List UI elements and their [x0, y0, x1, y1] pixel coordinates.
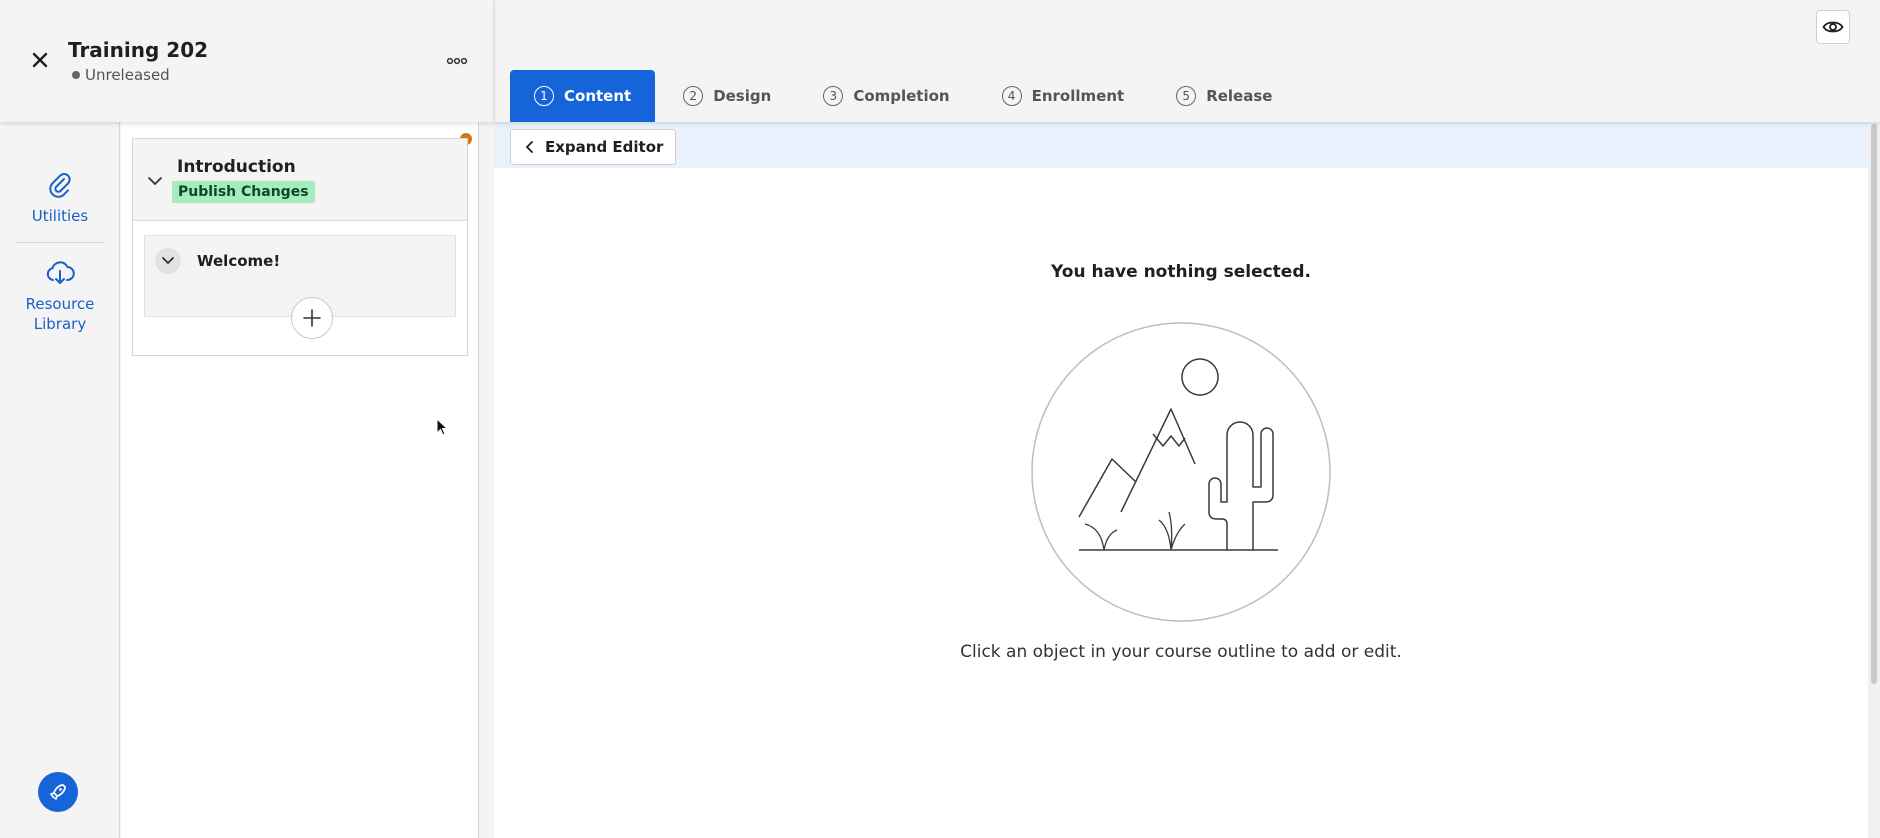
tab-label: Content: [564, 87, 632, 105]
editor-scrollbar[interactable]: [1868, 122, 1880, 838]
outline-section[interactable]: Introduction Publish Changes Welcome!: [132, 138, 468, 356]
chevron-down-icon[interactable]: [145, 173, 165, 189]
step-header: 1 Content 2 Design 3 Completion 4 Enroll…: [494, 0, 1880, 122]
rail-label-line1: Resource: [25, 295, 95, 313]
rail-label-line2: Library: [33, 315, 87, 333]
tab-number: 5: [1176, 86, 1197, 106]
editor-panel: Expand Editor You have nothing selected.…: [494, 122, 1868, 838]
course-status: Unreleased: [72, 66, 170, 84]
cloud-download-icon: [46, 261, 75, 284]
scrollbar-thumb[interactable]: [1871, 124, 1877, 684]
tab-content[interactable]: 1 Content: [510, 70, 656, 122]
lesson-title: Welcome!: [197, 252, 281, 270]
course-outline-panel: Introduction Publish Changes Welcome!: [121, 122, 479, 838]
tab-label: Completion: [853, 87, 950, 105]
tab-label: Design: [713, 87, 772, 105]
expand-editor-label: Expand Editor: [545, 138, 664, 156]
tab-design[interactable]: 2 Design: [659, 70, 795, 122]
eye-icon: [1822, 21, 1844, 33]
step-tabs: 1 Content 2 Design 3 Completion 4 Enroll…: [510, 70, 1300, 122]
close-icon[interactable]: [26, 46, 54, 74]
expand-editor-button[interactable]: Expand Editor: [510, 129, 677, 165]
plus-icon: [303, 309, 321, 327]
launch-button[interactable]: [38, 772, 78, 812]
tab-number: 3: [823, 86, 844, 106]
tab-label: Release: [1206, 87, 1273, 105]
section-title: Introduction: [177, 157, 296, 177]
left-rail: Utilities Resource Library: [0, 122, 120, 838]
course-title: Training 202: [68, 38, 209, 62]
status-dot: [72, 71, 80, 79]
empty-state-title: You have nothing selected.: [1051, 262, 1311, 282]
tab-number: 1: [534, 86, 554, 106]
add-content-button[interactable]: [291, 297, 333, 339]
chevron-left-icon: [525, 141, 533, 153]
status-label: Unreleased: [85, 66, 170, 84]
tab-completion[interactable]: 3 Completion: [799, 70, 973, 122]
tab-label: Enrollment: [1031, 87, 1125, 105]
rail-item-resource-library[interactable]: Resource Library: [0, 258, 120, 334]
mouse-cursor-icon: [436, 417, 450, 442]
tab-number: 2: [683, 86, 704, 106]
more-options-icon[interactable]: [444, 50, 470, 72]
rocket-icon: [50, 784, 66, 800]
rail-label: Utilities: [31, 207, 89, 225]
section-header[interactable]: Introduction Publish Changes: [133, 139, 467, 221]
course-header: Training 202 Unreleased: [0, 0, 494, 122]
chevron-down-icon[interactable]: [155, 248, 181, 274]
paperclip-icon: [49, 173, 71, 198]
tab-number: 4: [1001, 86, 1022, 106]
empty-state-hint: Click an object in your course outline t…: [960, 642, 1402, 662]
tab-enrollment[interactable]: 4 Enrollment: [978, 70, 1149, 122]
editor-toolbar: Expand Editor: [494, 122, 1868, 168]
tab-release[interactable]: 5 Release: [1152, 70, 1296, 122]
preview-button[interactable]: [1816, 10, 1850, 44]
desert-illustration: [1029, 322, 1333, 626]
rail-divider: [16, 242, 104, 243]
rail-item-utilities[interactable]: Utilities: [0, 170, 120, 226]
publish-changes-badge[interactable]: Publish Changes: [172, 181, 315, 203]
